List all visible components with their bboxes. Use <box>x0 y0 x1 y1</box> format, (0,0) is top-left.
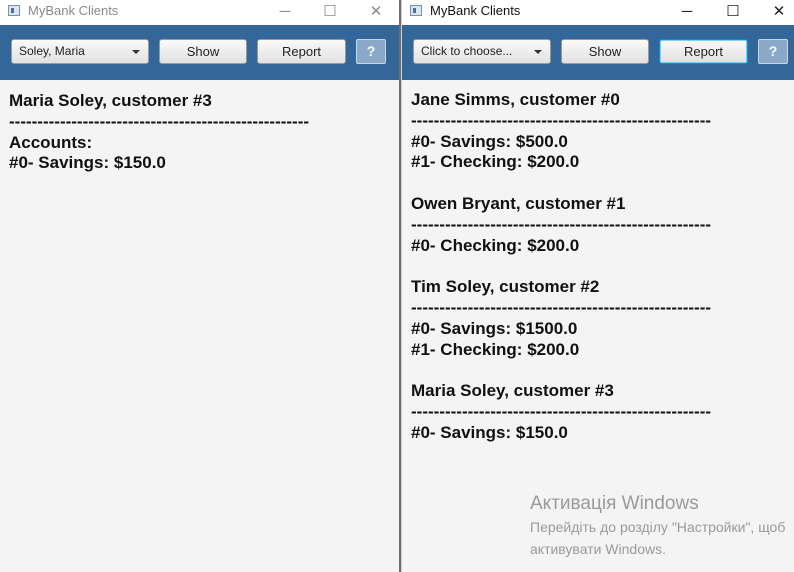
minimize-icon[interactable]: ─ <box>262 0 308 25</box>
output-line: #0- Savings: $150.0 <box>9 153 166 173</box>
close-icon[interactable]: ✕ <box>353 0 399 25</box>
watermark-title: Активація Windows <box>530 493 699 514</box>
right-output-area: Jane Simms, customer #0 -----------------… <box>411 90 711 444</box>
output-line: Accounts: <box>9 132 93 152</box>
output-line: Maria Soley, customer #3 <box>9 91 212 110</box>
output-line: #0- Checking: $200.0 <box>411 235 580 255</box>
watermark-line-2: активувати Windows. <box>530 541 666 557</box>
app-window-icon <box>8 5 20 16</box>
output-line: Owen Bryant, customer #1 <box>411 193 626 213</box>
output-line: #0- Savings: $1500.0 <box>411 318 578 338</box>
activation-watermark: Активація Windows Перейдіть до розділу "… <box>530 492 785 560</box>
left-window: MyBank Clients ─ ☐ ✕ Soley, Maria Show R… <box>0 0 399 572</box>
separator-line: ----------------------------------------… <box>411 214 712 234</box>
output-line: Jane Simms, customer #0 <box>411 90 620 109</box>
right-window-title: MyBank Clients <box>430 3 521 18</box>
output-line: #1- Checking: $200.0 <box>411 339 580 359</box>
report-button[interactable]: Report <box>257 39 346 64</box>
output-line: #0- Savings: $500.0 <box>411 131 568 151</box>
output-line: Tim Soley, customer #2 <box>411 277 600 297</box>
right-window: MyBank Clients ─ ☐ ✕ Click to choose... … <box>401 0 794 572</box>
output-line: #1- Checking: $200.0 <box>411 152 580 172</box>
maximize-icon[interactable]: ☐ <box>710 0 756 25</box>
separator-line: ----------------------------------------… <box>411 297 712 317</box>
show-button[interactable]: Show <box>159 39 247 64</box>
customer-combo-box[interactable]: Click to choose... <box>413 39 551 64</box>
chevron-down-icon <box>132 50 140 54</box>
right-toolbar: Click to choose... Show Report ? <box>402 25 794 80</box>
maximize-icon[interactable]: ☐ <box>307 0 353 25</box>
help-button[interactable]: ? <box>356 39 386 64</box>
left-output-area: Maria Soley, customer #3 ----------------… <box>9 91 309 174</box>
separator-line: ----------------------------------------… <box>411 110 712 130</box>
app-window-icon <box>410 5 422 16</box>
minimize-icon[interactable]: ─ <box>664 0 710 25</box>
customer-combo-box[interactable]: Soley, Maria <box>11 39 149 64</box>
separator-line: ----------------------------------------… <box>411 401 712 421</box>
left-title-bar[interactable]: MyBank Clients ─ ☐ ✕ <box>0 0 399 25</box>
left-toolbar: Soley, Maria Show Report ? <box>0 25 399 80</box>
close-icon[interactable]: ✕ <box>756 0 794 25</box>
report-button[interactable]: Report <box>659 39 748 64</box>
customer-combo-value: Click to choose... <box>421 44 513 58</box>
help-button[interactable]: ? <box>758 39 788 64</box>
separator-line: ----------------------------------------… <box>9 111 310 131</box>
watermark-line-1: Перейдіть до розділу "Настройки", щоб <box>530 519 786 535</box>
chevron-down-icon <box>534 50 542 54</box>
show-button[interactable]: Show <box>561 39 649 64</box>
customer-combo-value: Soley, Maria <box>19 44 85 58</box>
output-line: Maria Soley, customer #3 <box>411 381 614 401</box>
left-window-title: MyBank Clients <box>28 3 119 18</box>
output-line: #0- Savings: $150.0 <box>411 422 568 442</box>
right-title-bar[interactable]: MyBank Clients ─ ☐ ✕ <box>402 0 794 25</box>
